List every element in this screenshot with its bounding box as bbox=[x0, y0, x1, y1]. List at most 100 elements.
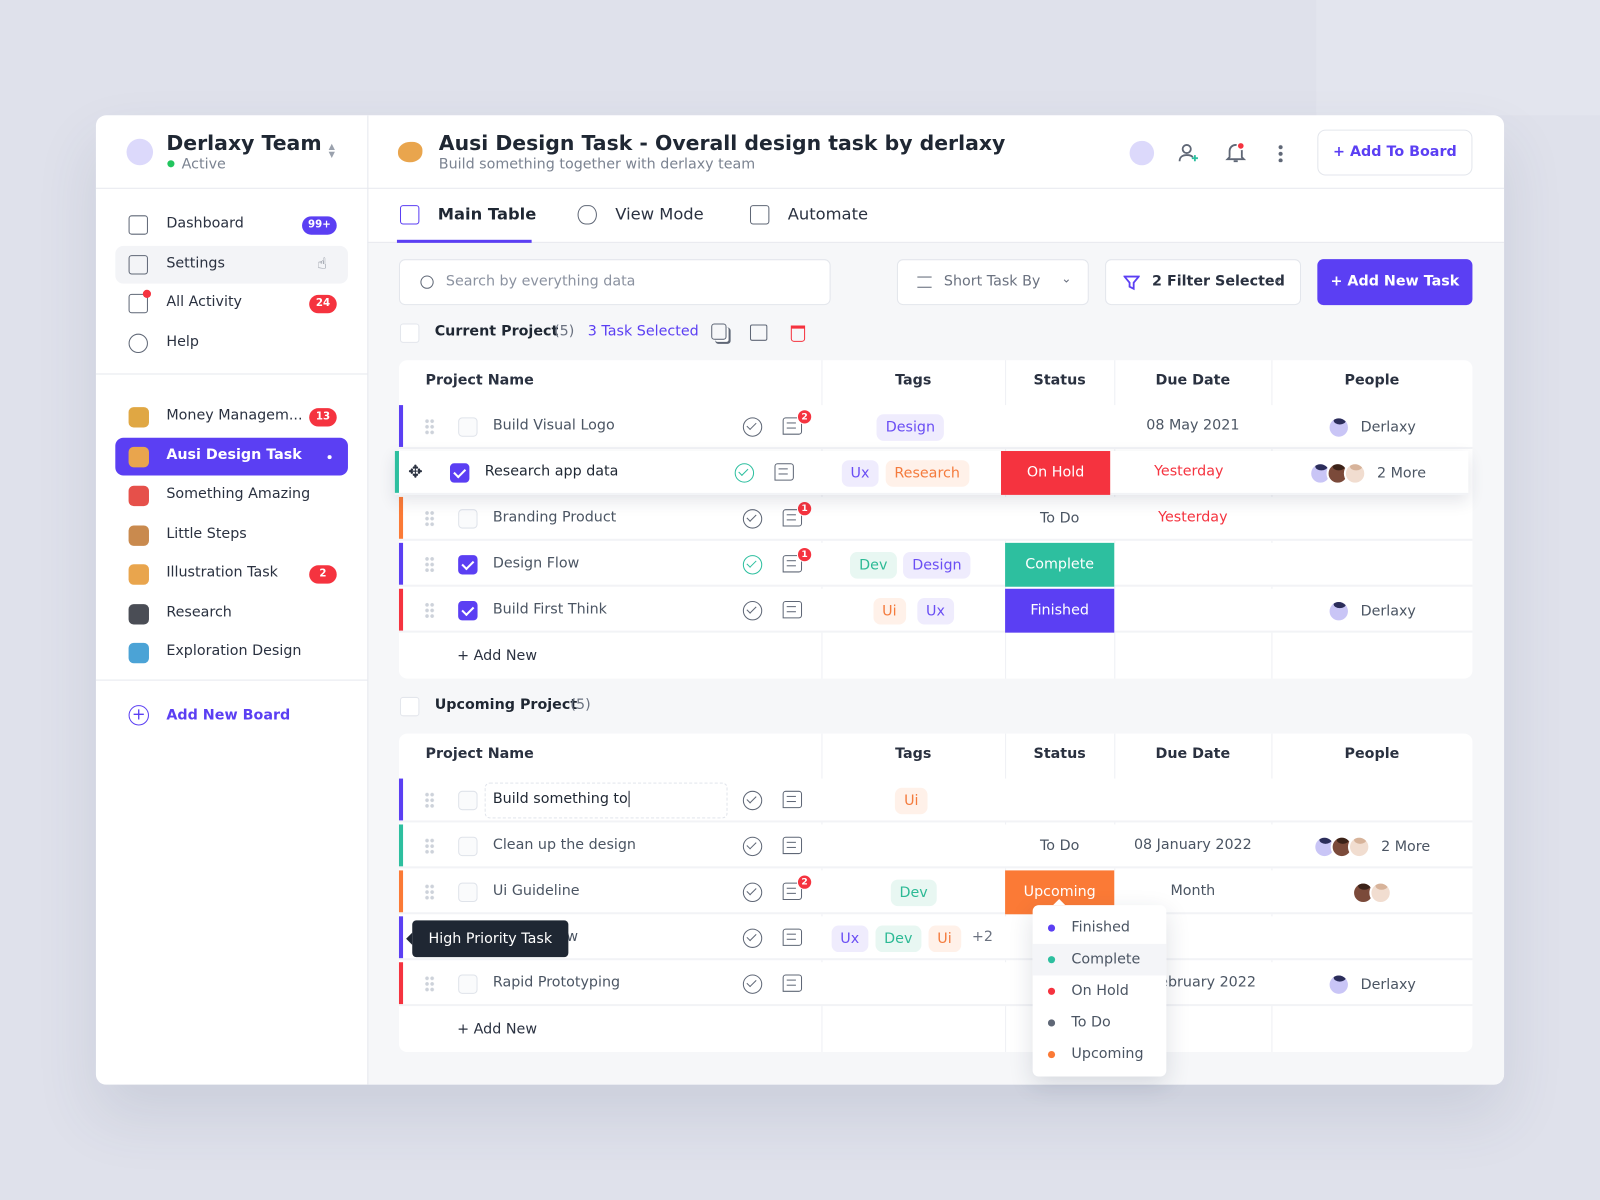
tag-dev[interactable]: Dev bbox=[890, 879, 937, 907]
comment-icon[interactable] bbox=[774, 463, 794, 481]
board-item[interactable]: Ausi Design Task bbox=[115, 437, 348, 475]
due-date[interactable]: 08 May 2021 bbox=[1114, 417, 1271, 433]
tag-ux[interactable]: Ux bbox=[841, 460, 879, 487]
tab-automate[interactable]: Automate bbox=[749, 203, 923, 230]
people-cell[interactable]: 2 More bbox=[1271, 824, 1472, 868]
sort-dropdown[interactable]: Short Task By ⌄ bbox=[896, 259, 1089, 306]
sidebar-item-help[interactable]: Help bbox=[115, 324, 348, 362]
due-date[interactable]: Month bbox=[1114, 883, 1271, 899]
complete-check-icon[interactable] bbox=[742, 790, 763, 811]
column-header[interactable]: Due Date bbox=[1114, 746, 1271, 762]
column-header[interactable]: Status bbox=[1005, 746, 1114, 762]
sidebar-item-settings[interactable]: Settings ☝ bbox=[115, 245, 348, 284]
complete-check-icon[interactable] bbox=[742, 974, 763, 994]
drag-handle-icon[interactable] bbox=[424, 791, 435, 809]
people-cell[interactable]: 2 More bbox=[1267, 451, 1468, 495]
row-checkbox[interactable] bbox=[458, 555, 478, 575]
tag-ux[interactable]: Ux bbox=[831, 925, 869, 953]
tag-design[interactable]: Design bbox=[876, 414, 945, 441]
row-checkbox[interactable] bbox=[458, 974, 478, 994]
status-cell[interactable]: To Do bbox=[1005, 824, 1114, 868]
tab-main-table[interactable]: Main Table bbox=[399, 203, 573, 230]
tag-dev[interactable]: Dev bbox=[874, 925, 922, 953]
row-checkbox[interactable] bbox=[458, 601, 478, 621]
people-cell[interactable]: Derlaxy bbox=[1271, 405, 1472, 449]
table-row[interactable]: Build First Think Ui Ux Finished Derlaxy bbox=[398, 588, 1473, 633]
section-checkbox[interactable] bbox=[399, 696, 420, 717]
move-icon[interactable]: ✥ bbox=[408, 462, 423, 482]
table-row[interactable]: ✥ Research app data Ux Research On Hold Yeste… bbox=[394, 451, 1469, 495]
tag-ui[interactable]: Ui bbox=[894, 787, 928, 815]
drag-handle-icon[interactable] bbox=[424, 418, 435, 435]
status-cell[interactable] bbox=[1005, 405, 1114, 449]
row-checkbox[interactable] bbox=[458, 790, 478, 811]
filter-dropdown[interactable]: 2 Filter Selected ⌄ bbox=[1105, 259, 1302, 306]
task-name[interactable]: Design Flow bbox=[493, 555, 579, 571]
row-checkbox[interactable] bbox=[458, 882, 478, 903]
tag-dev[interactable]: Dev bbox=[849, 552, 897, 579]
complete-check-icon[interactable] bbox=[742, 555, 763, 575]
board-item[interactable]: Something Amazing bbox=[115, 477, 348, 515]
task-name[interactable]: Research app data bbox=[485, 463, 619, 479]
team-switcher-icon[interactable]: ▲ ▼ bbox=[329, 142, 335, 159]
drag-handle-icon[interactable] bbox=[424, 837, 435, 855]
drag-handle-icon[interactable] bbox=[424, 556, 435, 573]
tag-ui[interactable]: Ui bbox=[928, 925, 961, 953]
tag-ux[interactable]: Ux bbox=[916, 597, 955, 625]
status-option-complete[interactable]: Complete bbox=[1032, 943, 1167, 976]
table-row[interactable]: Clean up the design To Do 08 January 2022 2… bbox=[398, 824, 1473, 869]
column-header[interactable]: Due Date bbox=[1114, 372, 1271, 388]
add-new-row-button[interactable]: + Add New bbox=[457, 1021, 537, 1037]
status-cell[interactable]: Complete bbox=[1005, 542, 1115, 587]
comment-icon[interactable] bbox=[782, 928, 803, 946]
task-name[interactable]: Branding Product bbox=[493, 509, 616, 525]
comment-icon[interactable] bbox=[782, 790, 803, 809]
people-cell[interactable] bbox=[1271, 916, 1472, 960]
due-date[interactable]: Yesterday bbox=[1110, 463, 1267, 479]
trash-icon[interactable] bbox=[790, 325, 806, 342]
column-header[interactable]: People bbox=[1271, 372, 1472, 388]
table-row[interactable]: Ui Guideline 2 Dev Upcoming Month bbox=[398, 870, 1473, 915]
sidebar-item-all-activity[interactable]: All Activity 24 bbox=[115, 285, 348, 323]
add-new-row-button[interactable]: + Add New bbox=[457, 648, 537, 664]
section-checkbox[interactable] bbox=[399, 323, 420, 343]
more-tags[interactable]: +2 bbox=[972, 929, 993, 945]
task-name[interactable]: Rapid Prototyping bbox=[493, 974, 620, 990]
status-cell[interactable]: To Do bbox=[1005, 497, 1114, 541]
column-header[interactable]: Project Name bbox=[426, 746, 534, 762]
task-name[interactable]: Build something to bbox=[493, 790, 630, 808]
people-cell[interactable] bbox=[1271, 779, 1472, 823]
status-option-on-hold[interactable]: On Hold bbox=[1033, 976, 1167, 1008]
due-date[interactable]: 08 January 2022 bbox=[1114, 837, 1271, 853]
board-item[interactable]: Exploration Design bbox=[115, 634, 348, 672]
user-avatar[interactable] bbox=[1129, 140, 1155, 166]
row-checkbox[interactable] bbox=[458, 836, 478, 857]
board-item[interactable]: Illustration Task 2 bbox=[115, 555, 348, 593]
copy-icon[interactable] bbox=[711, 323, 727, 340]
more-options-icon[interactable] bbox=[1278, 143, 1283, 163]
comment-icon[interactable] bbox=[782, 974, 803, 992]
status-option-to-do[interactable]: To Do bbox=[1033, 1007, 1167, 1039]
bell-icon[interactable] bbox=[1224, 141, 1247, 163]
add-user-icon[interactable] bbox=[1178, 142, 1200, 164]
column-header[interactable]: People bbox=[1271, 746, 1472, 762]
tab-view-mode[interactable]: View Mode bbox=[577, 203, 751, 230]
comment-icon[interactable] bbox=[782, 836, 803, 855]
status-option-finished[interactable]: Finished bbox=[1033, 912, 1167, 944]
comment-icon[interactable] bbox=[782, 601, 803, 619]
row-checkbox[interactable] bbox=[449, 463, 470, 483]
people-cell[interactable] bbox=[1271, 497, 1472, 541]
status-cell[interactable] bbox=[1005, 779, 1114, 823]
column-header[interactable]: Project Name bbox=[426, 372, 534, 388]
table-row[interactable]: Branding Product 1 To Do Yesterday bbox=[398, 496, 1473, 541]
add-to-board-button[interactable]: + Add To Board bbox=[1317, 129, 1473, 176]
search-input[interactable]: Search by everything data bbox=[398, 259, 831, 306]
plus-circle-icon[interactable]: + bbox=[128, 705, 149, 726]
due-date[interactable]: Yesterday bbox=[1114, 509, 1271, 525]
people-cell[interactable]: Derlaxy bbox=[1271, 589, 1472, 633]
complete-check-icon[interactable] bbox=[742, 836, 763, 857]
row-checkbox[interactable] bbox=[458, 417, 478, 437]
tag-design[interactable]: Design bbox=[903, 552, 971, 579]
drag-handle-icon[interactable] bbox=[424, 883, 435, 900]
status-option-upcoming[interactable]: Upcoming bbox=[1033, 1039, 1167, 1071]
